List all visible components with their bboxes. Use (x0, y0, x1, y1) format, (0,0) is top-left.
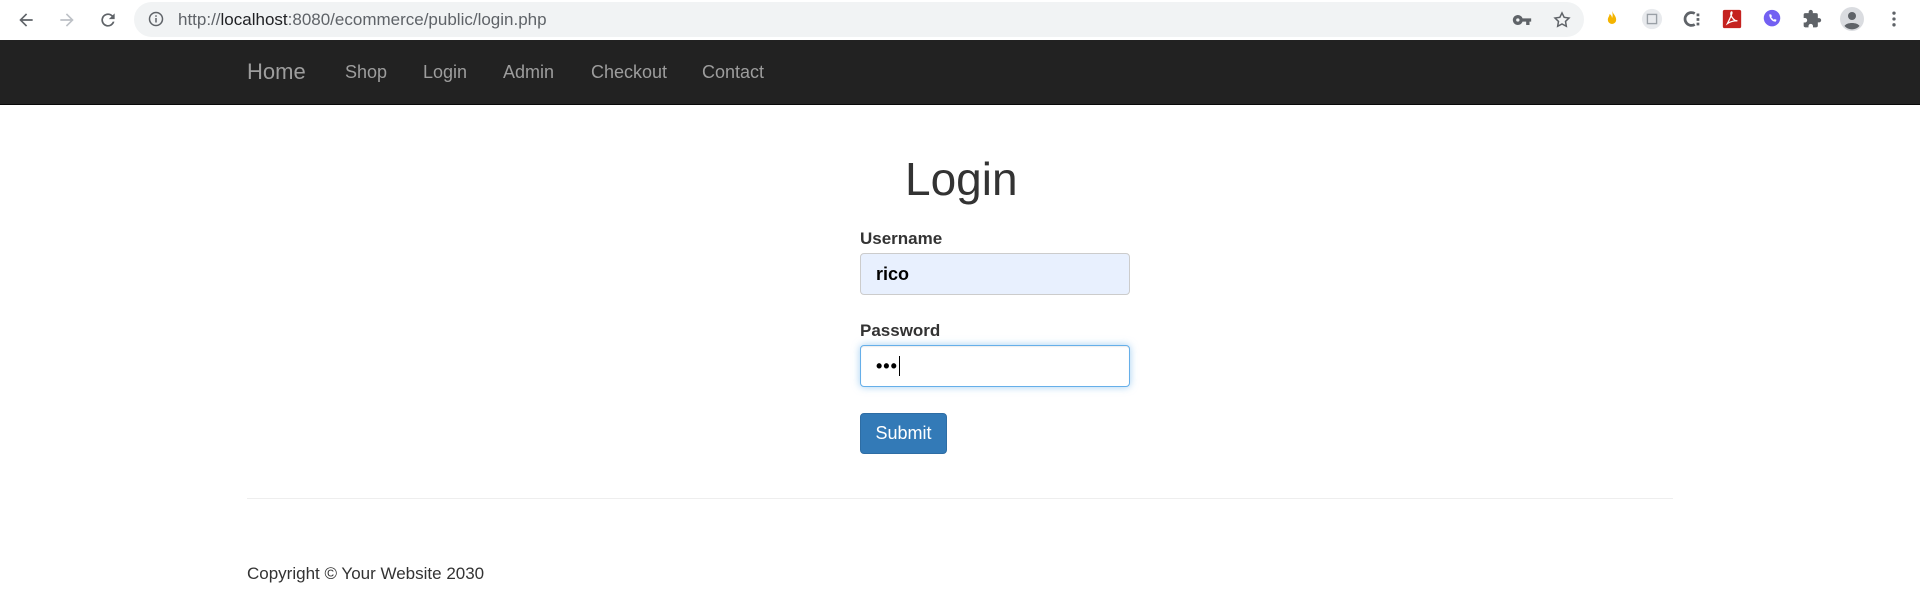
address-bar[interactable]: http://localhost:8080/ecommerce/public/l… (134, 2, 1584, 37)
back-button[interactable] (12, 6, 40, 34)
flame-extension-icon[interactable] (1600, 7, 1624, 31)
nav-link-login[interactable]: Login (423, 62, 467, 83)
username-input[interactable]: rico (860, 253, 1130, 295)
colorzilla-extension-icon[interactable] (1680, 7, 1704, 31)
submit-button[interactable]: Submit (860, 413, 947, 454)
password-value: ••• (876, 355, 898, 376)
forward-button[interactable] (53, 6, 81, 34)
footer-divider (247, 498, 1673, 499)
arrow-right-icon (60, 13, 74, 27)
nav-link-admin[interactable]: Admin (503, 62, 554, 83)
text-caret (898, 356, 900, 376)
bookmark-star-icon[interactable] (1552, 10, 1572, 30)
profile-avatar-icon[interactable] (1840, 7, 1864, 31)
navbar-brand-home[interactable]: Home (247, 59, 306, 85)
reload-icon (101, 13, 115, 27)
nav-link-shop[interactable]: Shop (345, 62, 387, 83)
viber-extension-icon[interactable] (1760, 7, 1784, 31)
username-label: Username (860, 229, 943, 248)
password-input[interactable]: ••• (860, 345, 1130, 387)
page-title: Login (905, 153, 1018, 205)
nav-link-checkout[interactable]: Checkout (591, 62, 667, 83)
puzzle-extensions-icon[interactable] (1800, 7, 1824, 31)
info-icon (148, 11, 164, 27)
reload-button[interactable] (94, 6, 122, 34)
username-value: rico (876, 263, 910, 284)
arrow-left-icon (19, 13, 33, 27)
pdf-extension-icon[interactable] (1720, 7, 1744, 31)
kebab-menu-icon[interactable] (1882, 7, 1906, 31)
url-text: http://localhost:8080/ecommerce/public/l… (178, 10, 547, 29)
cookie-extension-icon[interactable] (1640, 7, 1664, 31)
password-label: Password (860, 321, 941, 340)
key-icon[interactable] (1512, 10, 1532, 30)
footer-copyright: Copyright © Your Website 2030 (247, 564, 485, 583)
nav-link-contact[interactable]: Contact (702, 62, 764, 83)
site-navbar: Home Shop Login Admin Checkout Contact (0, 40, 1920, 105)
browser-toolbar: http://localhost:8080/ecommerce/public/l… (0, 0, 1920, 40)
